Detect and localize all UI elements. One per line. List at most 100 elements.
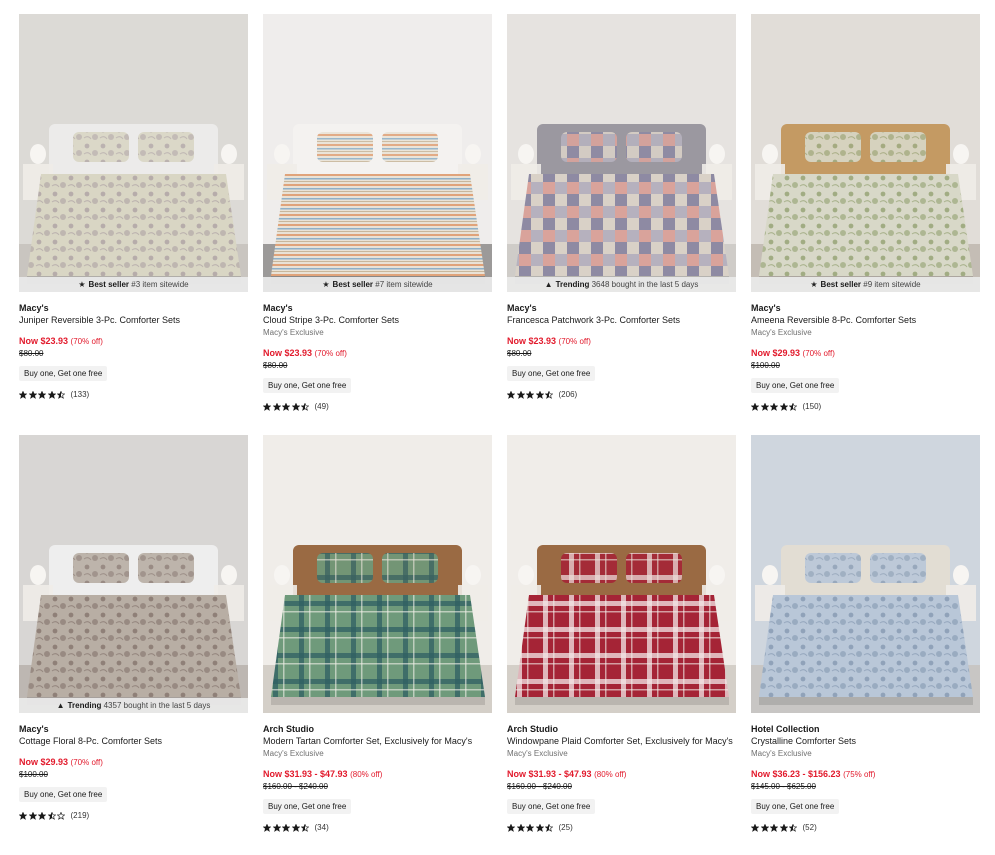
product-title-link[interactable]: Juniper Reversible 3-Pc. Comforter Sets [19,314,248,327]
product-badge: ▲ Trending 3648 bought in the last 5 days [507,277,736,292]
original-price: $100.00 [19,770,48,779]
now-price: Now $31.93 - $47.93 [507,769,592,779]
product-card[interactable]: ★ Best seller #9 item sitewide Macy's Ame… [751,14,980,411]
product-brand: Macy's [19,303,49,313]
discount-percent: (80% off) [594,770,627,779]
rating-link[interactable]: (25) [507,823,736,832]
now-price: Now $31.93 - $47.93 [263,769,348,779]
now-price: Now $23.93 [263,348,313,358]
product-title-link[interactable]: Ameena Reversible 8-Pc. Comforter Sets [751,314,980,327]
rating-link[interactable]: (133) [19,390,248,399]
star-rating [19,390,67,399]
original-price: $80.00 [507,349,532,358]
product-title-link[interactable]: Crystalline Comforter Sets [751,735,980,748]
promo-badge[interactable]: Buy one, Get one free [751,378,840,393]
product-title-link[interactable]: Cottage Floral 8-Pc. Comforter Sets [19,735,248,748]
rating-link[interactable]: (150) [751,402,980,411]
promo-badge[interactable]: Buy one, Get one free [19,787,108,802]
review-count: (25) [558,823,573,832]
product-image [263,435,492,713]
product-brand: Arch Studio [263,724,314,734]
star-icon [291,402,300,411]
promo-badge[interactable]: Buy one, Get one free [263,799,352,814]
product-badge: ★ Best seller #3 item sitewide [19,277,248,292]
original-price: $145.00 - $625.00 [751,782,816,791]
product-image-link[interactable]: ★ Best seller #7 item sitewide [263,14,492,292]
product-title-link[interactable]: Windowpane Plaid Comforter Set, Exclusiv… [507,735,736,748]
star-icon [545,823,553,832]
promo-badge[interactable]: Buy one, Get one free [263,378,352,393]
rating-link[interactable]: (206) [507,390,736,399]
product-image [19,14,248,292]
product-card[interactable]: ▲ Trending 4357 bought in the last 5 days… [19,435,248,820]
star-icon [545,390,553,399]
product-card[interactable]: Arch Studio Modern Tartan Comforter Set,… [263,435,492,832]
star-icon [535,823,544,832]
star-rating [751,823,799,832]
star-icon [516,823,525,832]
star-icon [779,402,788,411]
product-badge: ★ Best seller #9 item sitewide [751,277,980,292]
star-rating [507,823,555,832]
promo-badge[interactable]: Buy one, Get one free [19,366,108,381]
product-image-link[interactable]: ▲ Trending 4357 bought in the last 5 days [19,435,248,713]
star-icon [789,823,797,832]
rating-link[interactable]: (52) [751,823,980,832]
badge-label: Trending [67,701,102,710]
product-image-link[interactable]: ▲ Trending 3648 bought in the last 5 days [507,14,736,292]
product-image-link[interactable]: ★ Best seller #3 item sitewide [19,14,248,292]
product-card[interactable]: ★ Best seller #3 item sitewide Macy's Jun… [19,14,248,399]
product-brand: Arch Studio [507,724,558,734]
product-brand: Hotel Collection [751,724,820,734]
star-icon [28,390,37,399]
star-icon [789,402,797,411]
rating-link[interactable]: (219) [19,811,248,820]
award-icon: ★ [322,280,330,289]
product-card[interactable]: ▲ Trending 3648 bought in the last 5 days… [507,14,736,399]
sale-price: Now $23.93 (70% off) [263,347,492,360]
rating-link[interactable]: (34) [263,823,492,832]
product-title-link[interactable]: Modern Tartan Comforter Set, Exclusively… [263,735,492,748]
promo-badge[interactable]: Buy one, Get one free [507,799,596,814]
discount-percent: (70% off) [802,349,835,358]
star-icon [535,390,544,399]
product-image-link[interactable]: ★ Best seller #9 item sitewide [751,14,980,292]
discount-percent: (70% off) [70,337,103,346]
star-icon [507,390,515,399]
review-count: (34) [314,823,329,832]
product-image [751,14,980,292]
discount-percent: (80% off) [350,770,383,779]
discount-percent: (75% off) [843,770,876,779]
exclusive-label: Macy's Exclusive [751,328,812,337]
star-rating [263,402,311,411]
product-image-link[interactable] [263,435,492,713]
now-price: Now $36.23 - $156.23 [751,769,841,779]
review-count: (150) [802,402,822,411]
product-card[interactable]: Hotel Collection Crystalline Comforter S… [751,435,980,832]
promo-badge[interactable]: Buy one, Get one free [507,366,596,381]
flame-icon: ▲ [56,701,65,710]
product-image [507,435,736,713]
product-title-link[interactable]: Cloud Stripe 3-Pc. Comforter Sets [263,314,492,327]
original-price: $80.00 [263,361,288,370]
product-card[interactable]: Arch Studio Windowpane Plaid Comforter S… [507,435,736,832]
now-price: Now $29.93 [751,348,801,358]
product-card[interactable]: ★ Best seller #7 item sitewide Macy's Clo… [263,14,492,411]
star-icon [263,823,271,832]
badge-label: Best seller [332,280,374,289]
rating-link[interactable]: (49) [263,402,492,411]
promo-badge[interactable]: Buy one, Get one free [751,799,840,814]
product-title-link[interactable]: Francesca Patchwork 3-Pc. Comforter Sets [507,314,736,327]
product-brand: Macy's [751,303,781,313]
product-image-link[interactable] [751,435,980,713]
sale-price: Now $29.93 (70% off) [19,756,248,769]
star-icon [57,390,65,399]
now-price: Now $23.93 [19,336,69,346]
now-price: Now $29.93 [19,757,69,767]
sale-price: Now $36.23 - $156.23 (75% off) [751,768,980,781]
product-image-link[interactable] [507,435,736,713]
flame-icon: ▲ [544,280,553,289]
award-icon: ★ [78,280,86,289]
exclusive-label: Macy's Exclusive [507,749,568,758]
star-icon [272,823,281,832]
